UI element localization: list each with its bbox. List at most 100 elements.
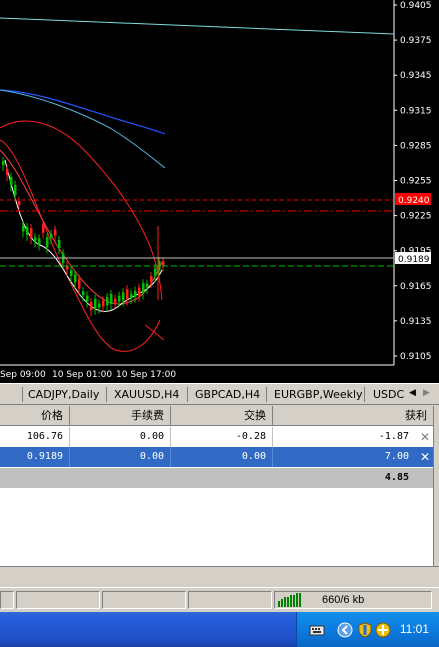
candle-body [22, 225, 25, 232]
tab-separator [187, 387, 188, 402]
chart-tabs: CADJPY,Daily XAUUSD,H4 GBPCAD,H4 EURGBP,… [0, 383, 439, 405]
ma-long-line [0, 17, 395, 35]
tab-separator [266, 387, 267, 402]
price-tick-label: 0.9135 [400, 317, 432, 327]
column-header-commission[interactable]: 手续费 [70, 406, 171, 426]
chevron-left-icon[interactable] [337, 622, 353, 638]
tab-separator [22, 387, 23, 402]
candle-body [46, 237, 49, 248]
ma-blue-line [0, 89, 166, 135]
time-label-1: Sep 09:00 [0, 370, 46, 380]
tab-separator [106, 387, 107, 402]
app-window: 0.9405 0.9375 0.9345 0.9315 0.9285 0.9255 0.92… [0, 0, 439, 647]
candle-body [58, 239, 61, 248]
candle-body [130, 294, 133, 298]
candle-body [110, 294, 113, 304]
candle-body [126, 289, 129, 300]
total-row: 4.85 [0, 468, 433, 488]
candle-body [50, 233, 53, 238]
time-label-2: 10 Sep 01:00 [52, 370, 112, 380]
price-tick-label: 0.9225 [400, 212, 432, 222]
tab-separator [364, 387, 365, 402]
candle-body [18, 201, 21, 205]
candle-body [138, 287, 141, 296]
level-label-white: 0.9189 [398, 255, 430, 265]
candle-body [98, 303, 101, 308]
candle-body [118, 295, 121, 302]
candle-body [114, 298, 117, 303]
candle-body [2, 161, 5, 165]
ma-cyan-line [0, 89, 166, 169]
status-section [16, 591, 100, 609]
price-tick-label: 0.9105 [400, 352, 432, 362]
total-profit: 4.85 [384, 472, 409, 483]
candle-body [102, 300, 105, 307]
status-section [102, 591, 186, 609]
cell-profit: -1.87 [378, 431, 409, 442]
candle-body [122, 292, 125, 301]
status-section [0, 591, 14, 609]
tab-cadjpy[interactable]: CADJPY,Daily [24, 387, 103, 403]
status-bar: 660/6 kb [0, 589, 439, 611]
column-header-swap[interactable]: 交换 [171, 406, 273, 426]
cell-commission: 0.00 [70, 427, 171, 447]
price-chart[interactable]: 0.9405 0.9375 0.9345 0.9315 0.9285 0.9255 0.92… [0, 0, 439, 383]
candle-body [94, 298, 97, 309]
price-tick-label: 0.9255 [400, 177, 432, 187]
cell-price: 106.76 [0, 427, 70, 447]
clock[interactable]: 11:01 [400, 622, 429, 636]
price-tick-label: 0.9375 [400, 36, 432, 46]
price-tick-label: 0.9315 [400, 106, 432, 116]
table-row[interactable]: 106.76 0.00 -0.28 -1.87 ✕ [0, 427, 433, 447]
table-header: 价格 手续费 交换 获利 [0, 406, 433, 426]
price-tick-label: 0.9405 [400, 1, 432, 11]
taskbar: 11:01 [0, 612, 439, 647]
candle-body [26, 226, 29, 235]
candle-body [162, 261, 165, 266]
update-icon[interactable] [375, 622, 391, 638]
candle-body [78, 278, 81, 289]
keyboard-icon[interactable] [309, 622, 325, 638]
chart-canvas[interactable]: 0.9405 0.9375 0.9345 0.9315 0.9285 0.9255 0.92… [0, 0, 439, 383]
candle-body [146, 283, 149, 288]
candle-body [134, 290, 137, 297]
time-label-3: 10 Sep 17:00 [116, 370, 176, 380]
table-scrollbar[interactable] [433, 406, 439, 566]
cell-commission: 0.00 [70, 447, 171, 467]
price-axis-labels: 0.9405 0.9375 0.9345 0.9315 0.9285 0.9255 0.92… [394, 1, 432, 362]
candle-body [150, 276, 153, 282]
tab-usdc[interactable]: USDC [369, 387, 408, 403]
candle-body [34, 237, 37, 242]
candle-body [82, 291, 85, 296]
tab-eurgbp[interactable]: EURGBP,Weekly [270, 387, 367, 403]
price-tick-label: 0.9285 [400, 141, 432, 151]
table-row-selected[interactable]: 0.9189 0.00 0.00 7.00 ✕ [0, 447, 433, 467]
tab-gbpcad[interactable]: GBPCAD,H4 [191, 387, 264, 403]
candle-body [90, 302, 93, 310]
candle-body [6, 169, 9, 175]
column-header-price[interactable]: 价格 [0, 406, 70, 426]
candle-body [86, 295, 89, 302]
candle-body [54, 229, 57, 236]
status-section [188, 591, 272, 609]
cell-price: 0.9189 [0, 447, 70, 467]
tab-xauusd[interactable]: XAUUSD,H4 [110, 387, 183, 403]
panel-divider [0, 566, 439, 588]
envelope-tail [144, 324, 165, 341]
candle-body [38, 238, 41, 245]
candle-body [142, 283, 145, 294]
candle-body [30, 228, 33, 238]
bollinger-lower [0, 139, 161, 352]
shield-icon[interactable] [357, 622, 373, 638]
candle-body [42, 224, 45, 233]
candle-body [74, 274, 77, 283]
connection-bars-icon [278, 593, 301, 607]
column-header-profit[interactable]: 获利 [273, 406, 433, 426]
close-position-icon[interactable]: ✕ [419, 427, 431, 447]
traffic-label: 660/6 kb [322, 594, 365, 606]
trade-table: 价格 手续费 交换 获利 106.76 0.00 -0.28 -1.87 ✕ 0… [0, 406, 433, 566]
tab-scroll-right-icon[interactable]: ▶ [423, 388, 430, 398]
cell-swap: -0.28 [171, 427, 273, 447]
tab-scroll-left-icon[interactable]: ◀ [409, 388, 416, 398]
close-position-icon[interactable]: ✕ [419, 447, 431, 467]
